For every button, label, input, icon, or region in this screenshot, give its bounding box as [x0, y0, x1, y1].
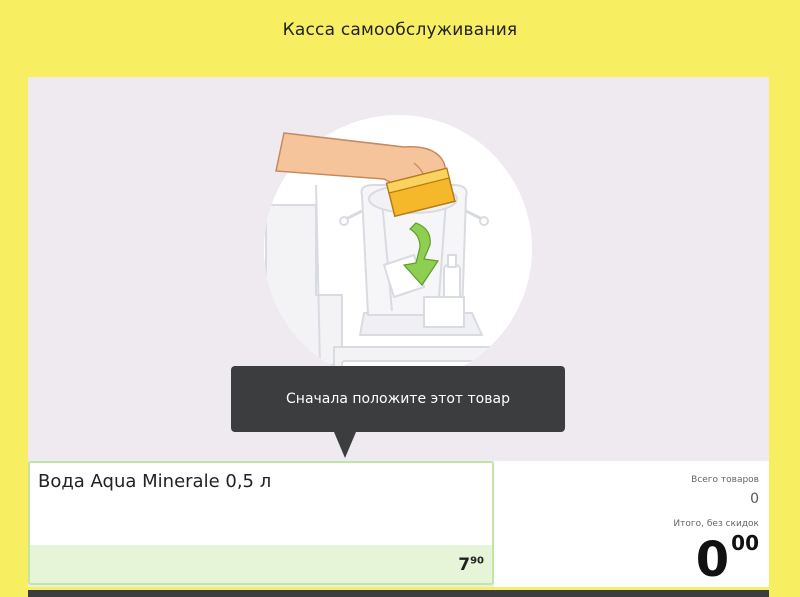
price-cents: 90 [470, 555, 484, 567]
tooltip-pointer [334, 432, 356, 458]
total-cents: 00 [731, 531, 759, 555]
product-card[interactable]: Вода Aqua Minerale 0,5 л 790 [28, 461, 494, 585]
items-label: Всего товаров [691, 475, 759, 485]
place-item-in-bagging-area-icon [264, 115, 532, 383]
bottom-bar [28, 590, 769, 597]
price-strip [30, 545, 492, 583]
instruction-text: Сначала положите этот товар [286, 391, 510, 407]
instruction-tooltip: Сначала положите этот товар [231, 366, 565, 432]
total-amount: 0 00 [696, 531, 759, 584]
total-main: 0 [695, 532, 730, 588]
price-main: 7 [458, 555, 471, 575]
main-panel: Сначала положите этот товар Вода Aqua Mi… [28, 77, 769, 587]
total-label: Итого, без скидок [673, 519, 759, 529]
page-title: Касса самообслуживания [282, 20, 518, 40]
order-summary: Всего товаров 0 Итого, без скидок 0 00 [494, 461, 769, 587]
product-name: Вода Aqua Minerale 0,5 л [38, 471, 272, 492]
items-count: 0 [750, 491, 759, 507]
product-price: 790 [458, 555, 484, 575]
